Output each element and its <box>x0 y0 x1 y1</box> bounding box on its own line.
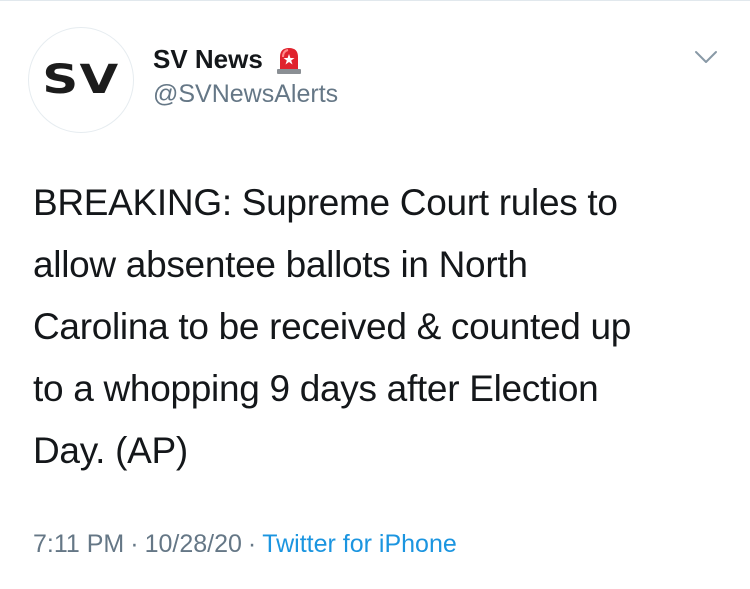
avatar-logo-text: SV <box>42 57 120 103</box>
source-link[interactable]: Twitter for iPhone <box>262 530 457 558</box>
tweet-line: Carolina to be received & counted up <box>33 306 632 347</box>
tweet-line: BREAKING: Supreme Court rules to <box>33 182 618 223</box>
tweet-metadata: 7:11 PM · 10/28/20 · Twitter for iPhone <box>33 530 457 559</box>
tweet-line: to a whopping 9 days after Election <box>33 368 599 409</box>
divider <box>0 0 750 1</box>
user-handle[interactable]: @SVNewsAlerts <box>153 80 338 109</box>
tweet-line: Day. (AP) <box>33 430 188 471</box>
tweet-date[interactable]: 10/28/20 <box>145 530 242 558</box>
author-name-row: SV News <box>153 44 303 75</box>
tweet-text: BREAKING: Supreme Court rules to allow a… <box>33 172 733 482</box>
separator: · <box>247 530 257 558</box>
separator: · <box>130 530 139 558</box>
chevron-down-icon[interactable] <box>692 46 720 68</box>
siren-icon <box>275 45 303 75</box>
tweet-line: allow absentee ballots in North <box>33 244 528 285</box>
display-name[interactable]: SV News <box>153 44 263 75</box>
avatar[interactable]: SV <box>28 27 134 133</box>
tweet-time[interactable]: 7:11 PM <box>33 530 124 558</box>
